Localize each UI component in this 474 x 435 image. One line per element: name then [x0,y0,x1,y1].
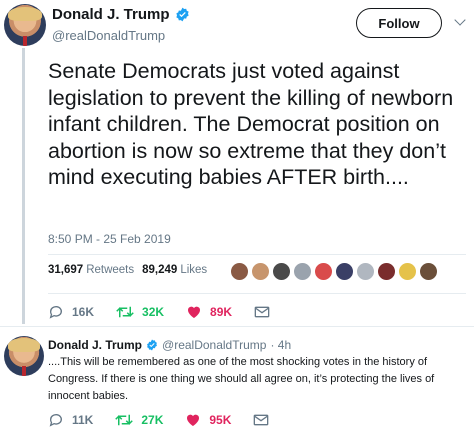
avatar-hair [8,338,40,352]
liker-avatar[interactable] [314,262,333,281]
author-handle[interactable]: @realDonaldTrump [52,28,165,43]
liker-avatar[interactable] [356,262,375,281]
avatar-hair [8,6,42,21]
verified-badge-icon [147,339,157,351]
envelope-icon [254,306,270,318]
direct-message-button[interactable] [253,413,277,427]
liker-avatars [230,262,440,281]
retweets-label[interactable]: Retweets [86,264,134,276]
reply-button[interactable]: 16K [48,304,94,320]
avatar[interactable] [4,4,46,46]
liker-avatar[interactable] [398,262,417,281]
avatar-tie [22,35,28,46]
retweet-count: 32K [142,305,165,319]
liker-avatar[interactable] [230,262,249,281]
like-count: 95K [209,413,232,427]
author-name-row[interactable]: Donald J. Trump [52,6,190,23]
reply-author-name[interactable]: Donald J. Trump [48,338,142,352]
reply-avatar[interactable] [4,336,44,376]
reply-header: Donald J. Trump @realDonaldTrump · 4h [48,338,291,352]
reply-text: ....This will be remembered as one of th… [48,356,435,402]
liker-avatar[interactable] [419,262,438,281]
reply-actions: 11K 27K 95K [48,412,299,428]
likes-count[interactable]: 89,249 [142,264,177,276]
reply-icon [49,306,62,319]
author-name[interactable]: Donald J. Trump [52,6,170,23]
envelope-icon [254,414,269,426]
heart-icon [188,306,201,318]
reply-author-handle[interactable]: @realDonaldTrump [162,338,266,352]
retweet-icon [116,306,134,318]
thread-connector-line [22,48,25,324]
chevron-down-icon[interactable] [454,14,466,26]
divider [48,293,466,294]
like-count: 89K [210,305,233,319]
retweet-button[interactable]: 32K [116,304,164,320]
follow-button[interactable]: Follow [356,8,442,38]
like-button[interactable]: 95K [185,412,231,428]
tweet-stats: 31,697 Retweets 89,249 Likes [48,264,207,276]
direct-message-button[interactable] [254,305,278,319]
reply-count: 16K [72,305,95,319]
divider [48,254,466,255]
liker-avatar[interactable] [272,262,291,281]
verified-badge-icon [175,7,189,22]
likes-label[interactable]: Likes [180,264,207,276]
liker-avatar[interactable] [335,262,354,281]
divider [0,326,474,327]
retweet-count: 27K [141,413,164,427]
reply-icon [49,414,62,427]
tweet-timestamp[interactable]: 8:50 PM - 25 Feb 2019 [48,232,171,246]
retweets-count[interactable]: 31,697 [48,264,83,276]
retweet-button[interactable]: 27K [115,412,163,428]
tweet-text: Senate Democrats just voted against legi… [48,59,454,189]
reply-button[interactable]: 11K [48,412,93,428]
reply-age[interactable]: · 4h [270,338,291,352]
heart-icon [187,414,200,426]
liker-avatar[interactable] [251,262,270,281]
avatar-tie [22,366,26,376]
liker-avatar[interactable] [293,262,312,281]
tweet-actions: 16K 32K 89K [48,304,300,320]
like-button[interactable]: 89K [186,304,232,320]
reply-count: 11K [72,413,94,427]
liker-avatar[interactable] [377,262,396,281]
retweet-icon [115,414,134,426]
